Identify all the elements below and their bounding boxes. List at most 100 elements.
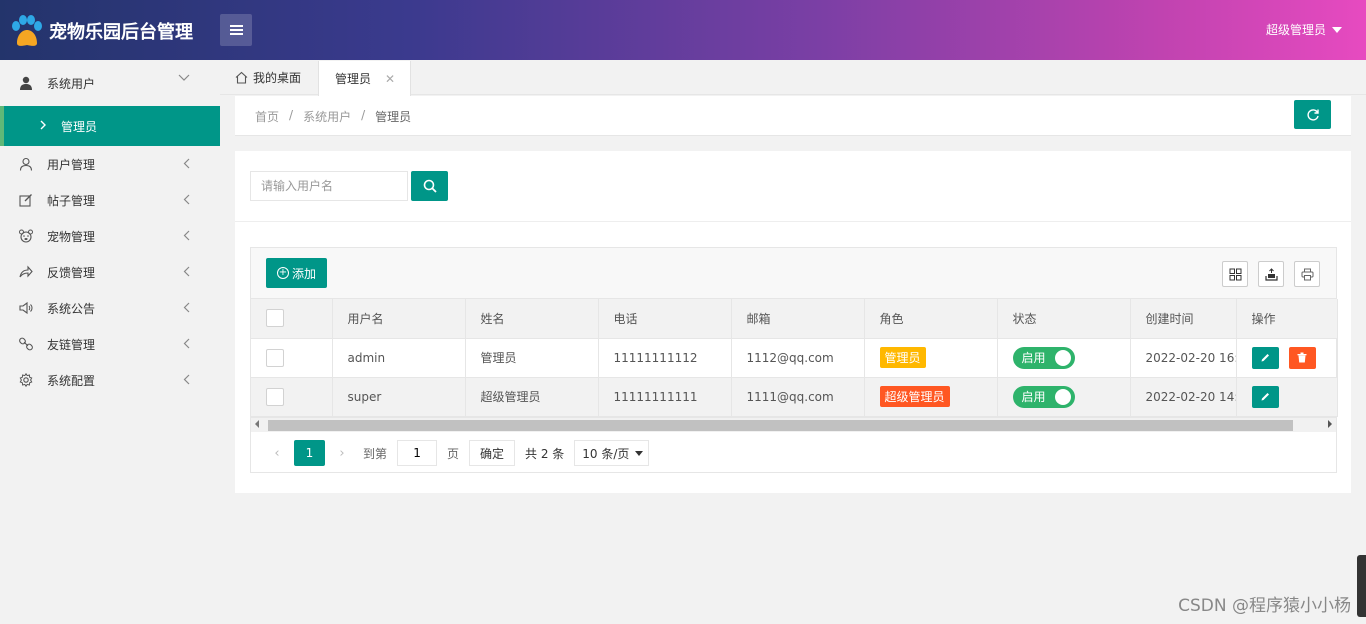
logo[interactable]: 宠物乐园后台管理 [8,12,193,50]
page-size-select[interactable]: 10 条/页 [574,440,650,466]
search-input[interactable] [250,171,408,201]
table-row[interactable]: admin 管理员 11111111112 1112@qq.com 管理员 启用… [251,338,1338,378]
sidebar-item-system-users[interactable]: 系统用户 [0,60,220,106]
cell-actions [1236,338,1338,378]
sidebar-item-label: 友链管理 [47,337,96,352]
next-page-icon[interactable]: › [331,446,353,461]
page-jump-input[interactable] [397,440,438,466]
search-button[interactable] [411,171,448,201]
sidebar-item-admin[interactable]: 管理员 [0,106,220,146]
menu-toggle-button[interactable] [220,14,252,46]
share-icon [18,264,34,280]
add-button[interactable]: + 添加 [266,258,327,288]
breadcrumb-bar: 首页 / 系统用户 / 管理员 [235,96,1351,136]
print-button[interactable] [1294,261,1320,287]
tab-home[interactable]: 我的桌面 [235,60,301,95]
main-card: + 添加 [235,151,1351,493]
columns-icon [1229,268,1242,281]
table-row[interactable]: super 超级管理员 11111111111 1111@qq.com 超级管理… [251,377,1338,417]
breadcrumb-separator: / [361,108,366,122]
add-button-label: 添加 [291,266,316,281]
scroll-left-icon[interactable] [255,420,259,428]
sidebar-item-post-management[interactable]: 帖子管理 [0,182,220,218]
scrollbar-thumb[interactable] [268,420,1293,431]
sidebar-item-label: 管理员 [61,119,98,134]
sidebar-item-user-management[interactable]: 用户管理 [0,146,220,182]
chevron-left-icon [183,302,190,316]
cell-status: 启用 [997,377,1131,417]
edit-button[interactable] [1251,385,1279,408]
chevron-left-icon [183,230,190,244]
sidebar-item-label: 宠物管理 [47,229,96,244]
cell-name: 超级管理员 [465,377,599,417]
breadcrumb-current: 管理员 [375,110,412,124]
column-header[interactable]: 邮箱 [731,299,865,339]
tab-admin[interactable]: 管理员 ✕ [318,61,411,96]
column-header[interactable]: 角色 [864,299,998,339]
breadcrumb-separator: / [289,108,294,122]
role-badge: 管理员 [879,347,926,368]
tab-admin-label: 管理员 [335,72,372,86]
paw-logo-icon [8,13,44,49]
export-button[interactable] [1258,261,1284,287]
row-select-cell [251,377,333,417]
refresh-icon [1306,108,1320,122]
sidebar-item-label: 系统用户 [47,76,96,91]
users-table: 用户名 姓名 电话 邮箱 角色 状态 创建时间 操作 admin 管理员 111… [251,299,1338,417]
home-icon [235,71,248,84]
sidebar-item-pet-management[interactable]: 宠物管理 [0,218,220,254]
breadcrumb-home[interactable]: 首页 [255,108,279,125]
user-menu[interactable]: 超级管理员 [1266,21,1342,38]
select-all-cell [251,299,333,339]
horizontal-scrollbar[interactable] [251,417,1336,432]
chevron-down-icon [178,72,190,85]
user-icon [18,75,34,91]
cell-created: 2022-02-20 16:3... [1130,338,1237,378]
columns-filter-button[interactable] [1222,261,1248,287]
hamburger-icon [229,29,243,31]
close-icon[interactable]: ✕ [385,72,395,86]
sidebar-item-system-config[interactable]: 系统配置 [0,362,220,398]
goto-label: 到第 [363,446,388,461]
prev-page-icon[interactable]: ‹ [266,446,288,461]
role-badge: 超级管理员 [879,386,950,407]
toggle-knob [1054,388,1071,405]
page-current[interactable]: 1 [294,440,325,466]
select-all-checkbox[interactable] [266,309,284,328]
chevron-down-icon [635,451,644,456]
status-toggle[interactable]: 启用 [1012,385,1075,408]
cell-phone: 11111111112 [598,338,732,378]
status-label: 启用 [1021,390,1046,404]
column-header[interactable]: 创建时间 [1130,299,1237,339]
sidebar-item-feedback-management[interactable]: 反馈管理 [0,254,220,290]
pencil-icon [1260,391,1271,402]
breadcrumb-system-users[interactable]: 系统用户 [303,108,351,125]
sidebar-item-label: 用户管理 [47,157,96,172]
plus-circle-icon: + [276,267,289,279]
scroll-right-icon[interactable] [1328,420,1332,428]
column-header[interactable]: 电话 [598,299,732,339]
page-confirm-button[interactable]: 确定 [469,440,516,466]
chevron-left-icon [183,338,190,352]
toggle-knob [1054,349,1071,366]
trash-icon [1297,352,1307,363]
data-table: + 添加 用户名 姓名 电话 邮箱 角色 状态 创建时间 操作 admin 管理… [250,247,1338,473]
row-checkbox[interactable] [266,387,284,406]
sidebar: 系统用户 管理员 用户管理 帖子管理 宠物管理 反馈管理 系统公告 友链管理 系… [0,60,220,624]
column-header[interactable]: 用户名 [332,299,466,339]
print-icon [1301,268,1314,281]
delete-button[interactable] [1288,346,1316,369]
row-checkbox[interactable] [266,348,284,367]
column-header[interactable]: 姓名 [465,299,599,339]
edit-button[interactable] [1251,346,1279,369]
bear-icon [18,228,34,244]
cell-role: 管理员 [864,338,998,378]
chevron-left-icon [183,266,190,280]
sidebar-item-link-management[interactable]: 友链管理 [0,326,220,362]
refresh-button[interactable] [1294,100,1331,129]
column-header[interactable]: 状态 [997,299,1131,339]
sidebar-item-announcements[interactable]: 系统公告 [0,290,220,326]
edit-icon [18,192,34,208]
sidebar-item-label: 系统配置 [47,373,96,388]
status-toggle[interactable]: 启用 [1012,346,1075,369]
